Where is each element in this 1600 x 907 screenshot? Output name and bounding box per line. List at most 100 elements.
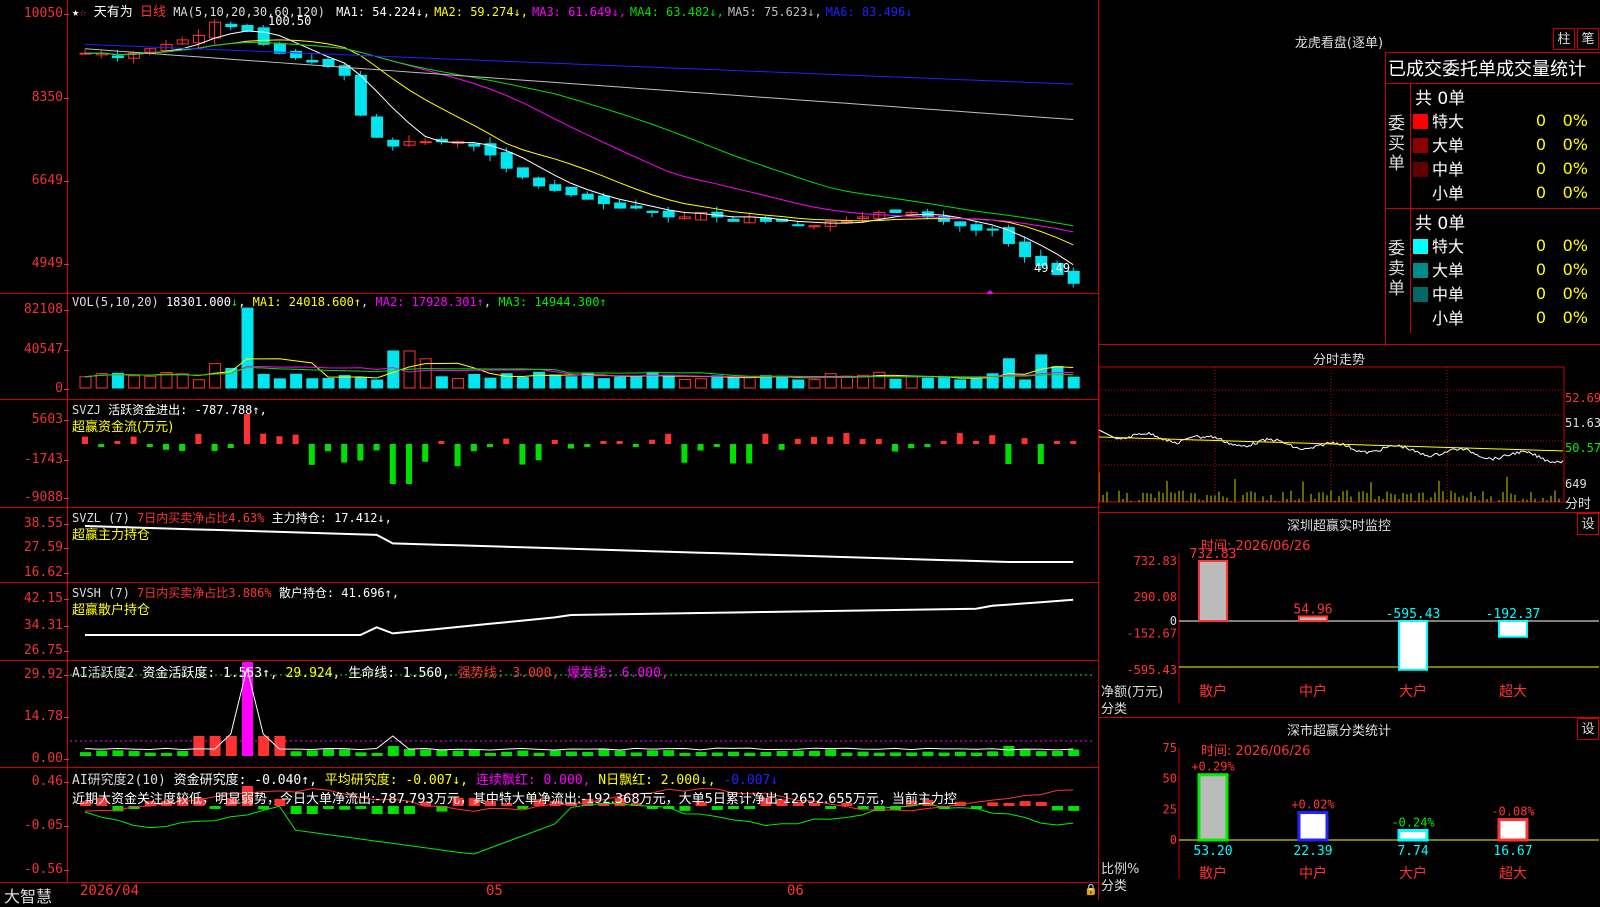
activity-bar — [306, 750, 318, 756]
color-swatch — [1413, 137, 1428, 153]
fund-flow-bar — [163, 444, 169, 450]
volume-bar — [792, 379, 805, 389]
activity-bar — [193, 736, 205, 756]
sz-monitor-tick: -152.67 — [1126, 626, 1177, 640]
kline-chart[interactable] — [0, 0, 1098, 294]
volume-chart[interactable] — [0, 294, 1098, 400]
star-icon[interactable]: ☆ — [79, 5, 86, 19]
fenshi-chart[interactable] — [1099, 345, 1600, 513]
svsh-panel[interactable]: 42.15 34.31 26.75 SVSH (7) 7日内买卖净占比3.886… — [0, 583, 1098, 661]
activity-bar — [1052, 750, 1063, 756]
sz-monitor-value: -192.37 — [1486, 607, 1541, 622]
lhb-box: 已成交委托单成交量统计 委买单 共 0单 特大 0 0% 大单 0 0% 中单 0 0% 小单 0 0… — [1385, 52, 1600, 346]
candle — [727, 218, 740, 222]
order-row: 中单 0 0% — [1411, 281, 1590, 305]
column-view-button[interactable]: 柱 — [1553, 28, 1575, 50]
svzl-title: SVZL (7) — [72, 511, 130, 525]
order-percent: 0% — [1562, 110, 1588, 130]
activity-bar — [225, 736, 237, 756]
fund-flow-bar — [114, 441, 121, 444]
fenshi-unit: 分时 — [1565, 497, 1592, 512]
volume-bar — [322, 377, 335, 389]
candle — [970, 224, 983, 231]
fund-flow-bar — [227, 444, 234, 449]
fund-flow-bar — [487, 444, 493, 447]
sz-monitor-bar — [1498, 620, 1528, 638]
svzj-panel[interactable]: 5603 -1743 -9088 SVZJ 活跃资金进出: -787.788↑,… — [0, 400, 1098, 508]
sz-monitor-value: -595.43 — [1386, 607, 1441, 622]
sz-class-category: 散户 — [1199, 865, 1227, 882]
volume-bar — [533, 371, 546, 389]
fund-flow-bar — [82, 436, 88, 444]
ai-research-panel[interactable]: 0.46 -0.05 -0.56 AI研究度2(10) 资金研究度: -0.04… — [0, 768, 1098, 882]
sz-class-bar — [1197, 773, 1229, 842]
sz-monitor-category: 中户 — [1299, 683, 1327, 700]
candle — [597, 195, 610, 205]
fund-flow-bar — [422, 444, 429, 462]
activity-bar — [695, 752, 707, 756]
sz-monitor-panel: 深圳超赢实时监控 设 时间: 2026/06/26 732.83 290.08 0-… — [1098, 513, 1600, 718]
fund-flow-bar — [908, 444, 915, 449]
fund-flow-bar — [535, 444, 542, 461]
order-percent: 0% — [1562, 259, 1588, 279]
fund-flow-bar — [454, 444, 461, 467]
fenshi-panel[interactable]: 分时走势 52.69 51.63 50.57 649 分时 — [1098, 345, 1600, 513]
order-percent: 0% — [1562, 283, 1588, 303]
fund-flow-bar — [470, 444, 477, 452]
fund-flow-bar — [373, 444, 380, 451]
sz-class-value: 22.39 — [1293, 844, 1332, 859]
volume-bar — [176, 373, 189, 389]
order-row: 特大 0 0% — [1411, 233, 1590, 257]
activity-bar — [387, 746, 399, 756]
candle — [241, 24, 254, 32]
svzj-title: SVZJ — [72, 403, 101, 417]
volume-bar — [371, 379, 384, 389]
svsh-value: 散户持仓: 41.696↑, — [278, 586, 400, 600]
tick-view-button[interactable]: 笔 — [1577, 28, 1599, 50]
activity-bar — [452, 750, 464, 756]
candle — [322, 58, 335, 67]
date-tick: 2026/04 — [80, 883, 140, 899]
period-label[interactable]: 日线 — [140, 5, 166, 20]
research-bar — [290, 806, 302, 814]
candle — [387, 139, 400, 147]
volume-bar — [79, 376, 92, 389]
volume-bar — [646, 371, 659, 389]
fenshi-tick: 52.69 — [1565, 391, 1600, 405]
sell-total: 共 0单 — [1415, 214, 1466, 234]
activity-bar — [711, 752, 723, 756]
order-percent: 0% — [1562, 134, 1588, 154]
fund-flow-bar — [341, 444, 348, 463]
fund-flow-bar — [1021, 438, 1028, 444]
fenshi-tick: 51.63 — [1565, 416, 1600, 430]
ai1-title: AI活跃度2 — [72, 666, 135, 681]
kline-panel[interactable]: 10050 8350 6649 4949 ★☆ 天有为 日线 MA(5,10,2… — [0, 0, 1098, 294]
sz-class-change: +0.02% — [1291, 798, 1335, 812]
activity-bar — [954, 751, 966, 756]
volume-bar — [111, 372, 124, 389]
sz-class-chart: 75 50 25 0 +0.29% 53.20 散户 +0.02% 22.39 中户 -0.24% 7… — [1163, 741, 1599, 882]
fenshi-tick: 649 — [1565, 477, 1587, 491]
sz-class-panel: 深市超赢分类统计 设 时间: 2026/06/26 75 50 25 0 +0.29% 5… — [1098, 718, 1600, 900]
candle — [549, 184, 562, 191]
fund-flow-bar — [713, 444, 720, 447]
activity-bar — [258, 736, 270, 756]
activity-bar — [501, 751, 513, 756]
sz-class-tick: 0 — [1170, 833, 1177, 847]
activity-bar — [744, 752, 756, 756]
ai-activity-panel[interactable]: 29.92 14.78 0.00 AI活跃度2 资金活跃度: 1.553↑, 2… — [0, 661, 1098, 768]
lock-icon[interactable]: 🔒 — [1084, 883, 1098, 896]
volume-bar — [484, 377, 497, 389]
fund-flow-bar — [503, 438, 510, 444]
svzl-panel[interactable]: 38.55 27.59 16.62 SVZL (7) 7日内买卖净占比4.63%… — [0, 508, 1098, 583]
fund-flow-bar — [746, 444, 753, 464]
activity-bar — [1035, 751, 1047, 756]
date-bar: 大智慧 2026/04 05 06 🔒 — [0, 882, 1098, 906]
svzl-label: 7日内买卖净占比4.63% — [137, 511, 265, 525]
volume-panel[interactable]: 82108 40547 0 VOL(5,10,20) 18301.000↓, M… — [0, 294, 1098, 400]
volume-bar — [1051, 366, 1064, 389]
sz-monitor-value: 54.96 — [1293, 603, 1332, 618]
color-swatch — [1413, 286, 1428, 302]
order-row: 小单 0 0% — [1411, 180, 1590, 204]
volume-bar — [209, 363, 222, 389]
